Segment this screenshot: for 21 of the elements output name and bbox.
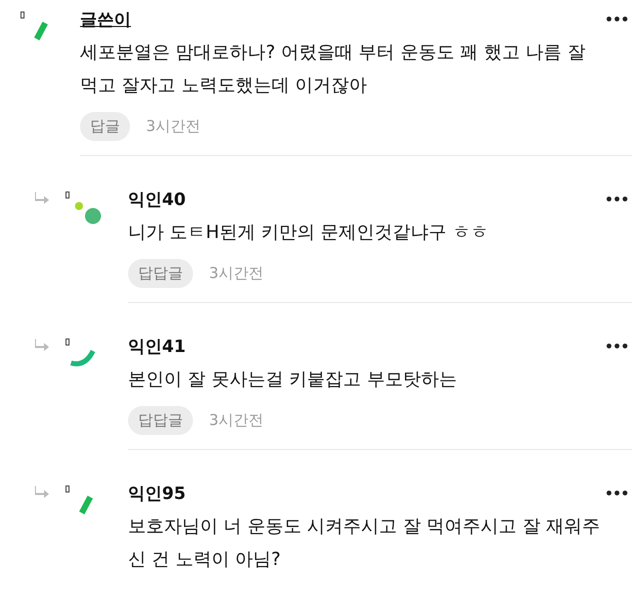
reply-arrow-icon: [35, 486, 49, 498]
reply-button[interactable]: 답글: [80, 112, 130, 141]
comment-time: 3시간전: [209, 264, 264, 283]
comment-time: 3시간전: [146, 117, 201, 136]
more-icon[interactable]: [606, 196, 628, 202]
comment-text: 보호자님이 너 운동도 시켜주시고 잘 먹여주시고 잘 재워주신 건 노력이 아님?: [128, 515, 602, 572]
comment-text: 니가 도ㅌH된게 키만의 문제인것같냐구 ㅎㅎ: [128, 221, 490, 245]
reply-arrow-icon: [35, 192, 49, 204]
comment-time: 3시간전: [209, 411, 264, 430]
more-icon[interactable]: [606, 490, 628, 496]
comment-text: 본인이 잘 못사는걸 키붙잡고 부모탓하는: [128, 368, 458, 392]
reply-arrow-icon: [35, 339, 49, 351]
more-icon[interactable]: [606, 343, 628, 349]
author-name[interactable]: 글쓴이: [80, 8, 131, 30]
reply-button[interactable]: 답답글: [128, 259, 193, 288]
comment-text: 세포분열은 맘대로하나? 어렸을때 부터 운동도 꽤 했고 나름 잘먹고 잘자고 노력도했는데 이거잖아: [80, 41, 586, 98]
author-name: 익인95: [128, 482, 186, 504]
more-icon[interactable]: [606, 16, 628, 22]
author-name: 익인41: [128, 336, 186, 358]
reply-button[interactable]: 답답글: [128, 406, 193, 435]
author-name: 익인40: [128, 188, 186, 210]
